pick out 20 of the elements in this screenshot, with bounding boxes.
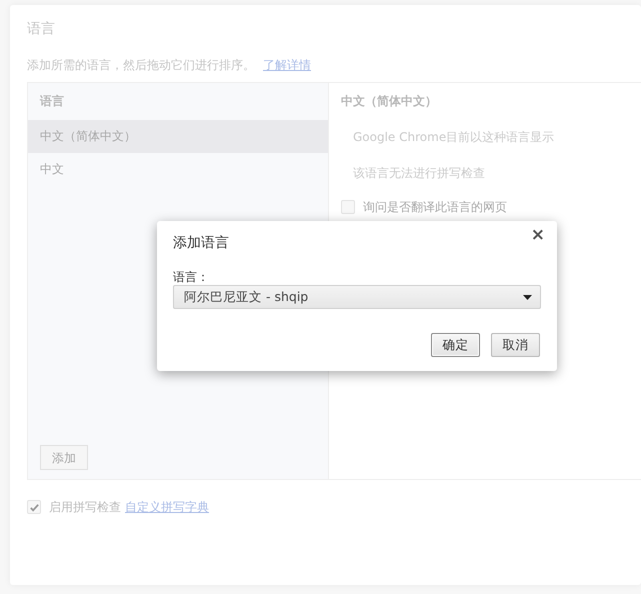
language-detail-header: 中文（简体中文） xyxy=(340,93,438,110)
ok-button[interactable]: 确定 xyxy=(431,333,480,358)
language-select[interactable]: 阿尔巴尼亚文 - shqip xyxy=(173,285,541,310)
language-item[interactable]: 中文（简体中文） xyxy=(28,120,328,153)
field-label: 语言： xyxy=(173,270,210,284)
caret-icon xyxy=(523,294,532,300)
checkbox[interactable] xyxy=(27,500,41,514)
close-button[interactable]: × xyxy=(526,225,549,246)
checkbox-label: 询问是否翻译此语言的网页 xyxy=(363,199,507,216)
checkbox-label: 启用拼写检查 xyxy=(49,499,121,516)
custom-dictionary-link[interactable]: 自定义拼写字典 xyxy=(125,498,209,516)
column-header: 语言 xyxy=(38,93,65,110)
page-title: 语言 xyxy=(27,20,56,39)
learn-more-link[interactable]: 了解详情 xyxy=(263,58,311,72)
description: 添加所需的语言，然后拖动它们进行排序。 xyxy=(27,58,255,72)
cancel-button[interactable]: 取消 xyxy=(491,333,540,358)
checkbox[interactable] xyxy=(341,200,355,214)
language-item[interactable]: 中文 xyxy=(28,153,328,186)
dialog-title: 添加语言 xyxy=(173,234,229,253)
add-button[interactable]: 添加 xyxy=(40,445,88,470)
